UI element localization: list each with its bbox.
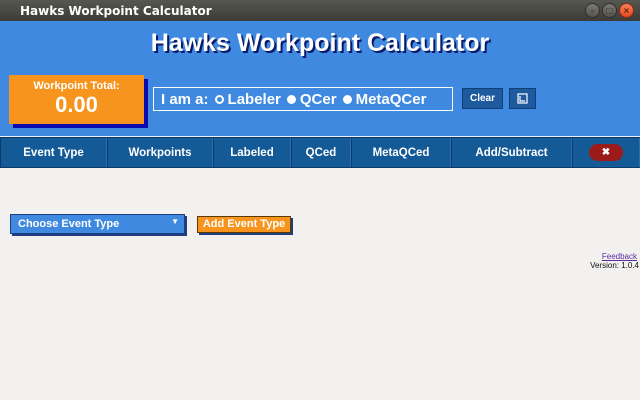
role-label: I am a: — [161, 90, 209, 108]
window-titlebar: Hawks Workpoint Calculator – □ × — [0, 0, 640, 21]
column-header-metaqced: MetaQCed — [351, 138, 451, 167]
role-option-label: MetaQCer — [355, 90, 427, 108]
column-header-qced: QCed — [291, 138, 351, 167]
maximize-icon[interactable]: □ — [602, 3, 617, 18]
role-option-qcer[interactable]: QCer — [286, 90, 337, 108]
minimize-icon[interactable]: – — [585, 3, 600, 18]
window-title: Hawks Workpoint Calculator — [20, 3, 212, 18]
clear-button[interactable]: Clear — [462, 88, 503, 109]
export-button[interactable] — [509, 88, 536, 109]
workpoint-total-label: Workpoint Total: — [33, 80, 120, 92]
column-header-remove: ✖ — [572, 138, 640, 167]
radio-selected-icon[interactable] — [214, 94, 224, 104]
app-header: Hawks Workpoint Calculator Workpoint Tot… — [0, 21, 640, 136]
window-controls: – □ × — [585, 3, 634, 18]
remove-all-button[interactable]: ✖ — [589, 144, 623, 161]
column-header-add-subtract: Add/Subtract — [451, 138, 572, 167]
feedback-link[interactable]: Feedback — [602, 252, 637, 261]
radio-icon[interactable] — [342, 94, 352, 104]
close-icon[interactable]: × — [619, 3, 634, 18]
role-option-label: QCer — [299, 90, 337, 108]
column-header-workpoints: Workpoints — [107, 138, 213, 167]
radio-icon[interactable] — [286, 94, 296, 104]
role-option-label: Labeler — [227, 90, 281, 108]
add-event-type-button[interactable]: Add Event Type — [197, 216, 291, 233]
event-table-header: Event Type Workpoints Labeled QCed MetaQ… — [0, 137, 640, 168]
event-type-select[interactable]: Choose Event Type ▼ — [10, 214, 185, 234]
role-selector: I am a: Labeler QCer MetaQCer — [153, 87, 453, 111]
version-label: Version: 1.0.4 — [590, 261, 639, 270]
column-header-event-type: Event Type — [0, 138, 107, 167]
workpoint-total-box: Workpoint Total: 0.00 — [9, 75, 144, 124]
export-icon — [517, 93, 528, 104]
page-title: Hawks Workpoint Calculator — [150, 29, 490, 57]
workpoint-total-value: 0.00 — [55, 92, 98, 117]
role-option-metaqcer[interactable]: MetaQCer — [342, 90, 427, 108]
chevron-down-icon: ▼ — [171, 217, 179, 226]
role-option-labeler[interactable]: Labeler — [214, 90, 281, 108]
column-header-labeled: Labeled — [213, 138, 291, 167]
event-type-select-value: Choose Event Type — [18, 218, 120, 230]
